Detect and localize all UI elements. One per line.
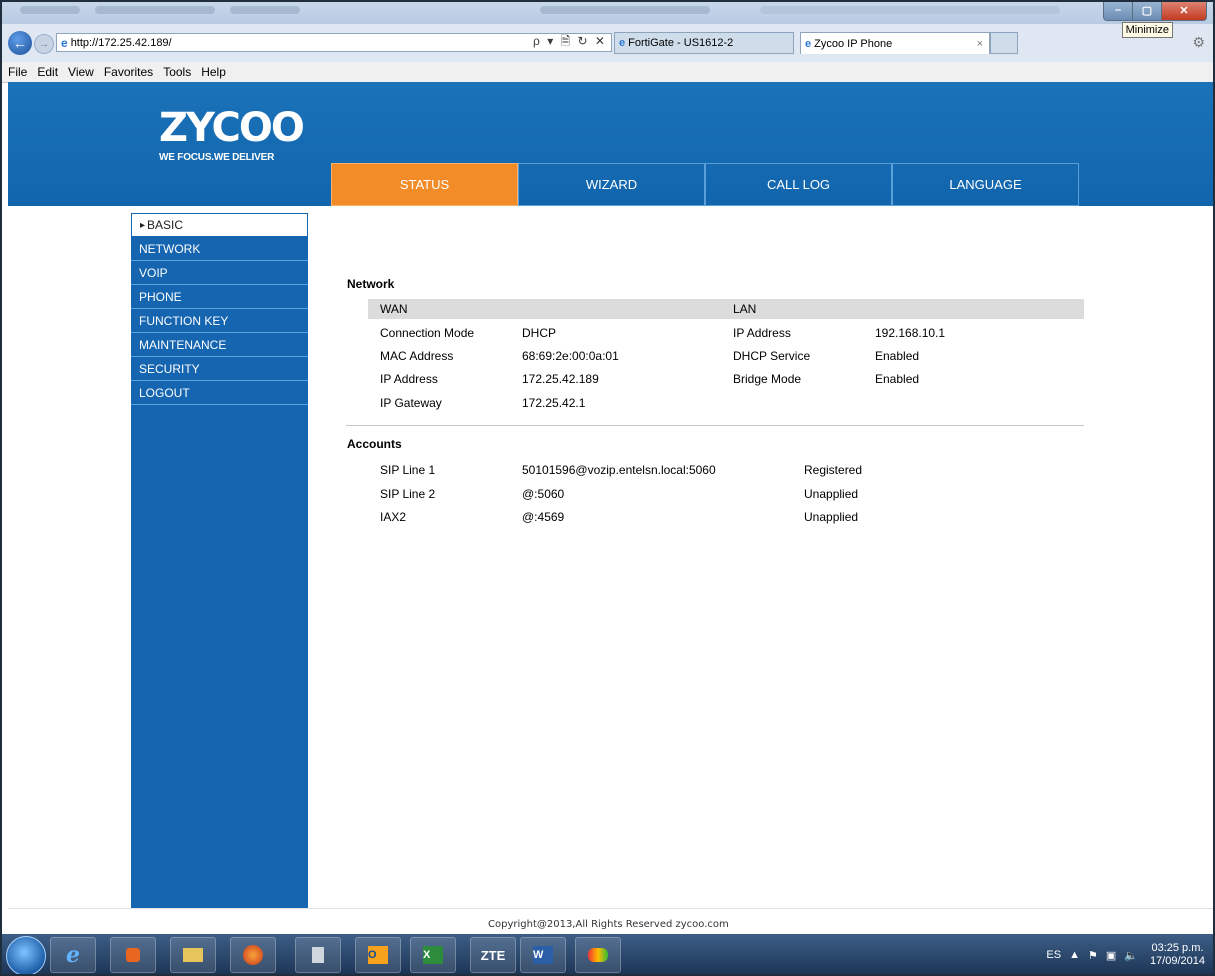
minimize-button[interactable]: – (1103, 0, 1133, 21)
language-indicator[interactable]: ES (1046, 949, 1061, 961)
wan-value: 172.25.42.189 (522, 372, 599, 386)
flag-icon[interactable]: ⚑ (1088, 949, 1098, 962)
sidebar-item-network[interactable]: NETWORK (131, 237, 308, 261)
clock-time: 03:25 p.m. (1151, 942, 1204, 954)
zycoo-logo: ZYCOO WE FOCUS.WE DELIVER (159, 105, 305, 163)
address-bar[interactable]: e http://172.25.42.189/ ρ ▾ 🗎 ↻ ✕ (56, 33, 612, 52)
account-name: SIP Line 1 (380, 463, 436, 477)
account-address: @:5060 (522, 487, 565, 501)
wan-value: 68:69:2e:00:0a:01 (522, 349, 619, 363)
wan-label: Connection Mode (380, 326, 475, 340)
lan-header: LAN (730, 299, 1084, 319)
wan-label: IP Gateway (380, 396, 442, 410)
tab-wizard[interactable]: WIZARD (518, 163, 705, 206)
page-footer: Copyright@2013,All Rights Reserved zycoo… (8, 908, 1215, 935)
system-tray: ES ▲ ⚑ ▣ 🔈 03:25 p.m. 17/09/2014 (1046, 934, 1205, 976)
explorer-icon[interactable] (170, 937, 216, 973)
browser-navbar: ← → e http://172.25.42.189/ ρ ▾ 🗎 ↻ ✕ e … (0, 24, 1215, 62)
sidebar-item-logout[interactable]: LOGOUT (131, 381, 308, 405)
forward-button[interactable]: → (34, 34, 54, 54)
speaker-muted-icon[interactable]: 🔈 (1124, 949, 1138, 962)
lan-label: IP Address (733, 326, 791, 340)
accounts-section-title: Accounts (347, 437, 402, 451)
sidebar-item-maintenance[interactable]: MAINTENANCE (131, 333, 308, 357)
sidebar: BASIC NETWORK VOIP PHONE FUNCTION KEY MA… (131, 213, 308, 908)
tab-status[interactable]: STATUS (331, 163, 518, 206)
sidebar-item-phone[interactable]: PHONE (131, 285, 308, 309)
network-section-title: Network (347, 277, 395, 291)
excel-icon[interactable]: X (410, 937, 456, 973)
ie-taskbar-icon[interactable]: e (50, 937, 96, 973)
wan-label: IP Address (380, 372, 438, 386)
menu-bar: File Edit View Favorites Tools Help (0, 62, 1215, 83)
close-window-button[interactable]: ✕ (1161, 0, 1207, 21)
ie-tab-icon: e (619, 37, 626, 49)
paint-icon[interactable] (575, 937, 621, 973)
logo-mark: ZYCOO (159, 105, 305, 151)
section-divider (346, 425, 1084, 426)
account-status: Unapplied (804, 487, 859, 501)
menu-edit[interactable]: Edit (37, 65, 58, 79)
tab-language[interactable]: LANGUAGE (892, 163, 1079, 206)
top-nav: STATUS WIZARD CALL LOG LANGUAGE (331, 163, 1079, 206)
firefox-icon[interactable] (230, 937, 276, 973)
sidebar-item-voip[interactable]: VOIP (131, 261, 308, 285)
wan-label: MAC Address (380, 349, 454, 363)
media-player-icon[interactable] (110, 937, 156, 973)
logo-tagline: WE FOCUS.WE DELIVER (159, 152, 275, 163)
tab-call-log[interactable]: CALL LOG (705, 163, 892, 206)
wan-value: DHCP (522, 326, 557, 340)
tab-zycoo[interactable]: e Zycoo IP Phone × (800, 32, 990, 54)
ie-tab-icon: e (805, 37, 812, 50)
outlook-icon[interactable]: O (355, 937, 401, 973)
show-hidden-icons[interactable]: ▲ (1069, 949, 1080, 961)
search-refresh-stop-icons[interactable]: ρ ▾ 🗎 ↻ ✕ (533, 32, 607, 53)
lan-value: Enabled (875, 349, 920, 363)
url-text: http://172.25.42.189/ (70, 36, 172, 49)
title-bar: – ▢ ✕ (0, 0, 1215, 24)
gear-icon[interactable]: ⚙ (1192, 34, 1205, 51)
lan-label: Bridge Mode (733, 372, 802, 386)
lan-value: Enabled (875, 372, 920, 386)
back-button[interactable]: ← (8, 31, 32, 55)
account-address: @:4569 (522, 510, 565, 524)
account-status: Unapplied (804, 510, 859, 524)
tab-fortigate[interactable]: e FortiGate - US1612-2 (614, 32, 794, 54)
close-tab-icon[interactable]: × (977, 38, 983, 50)
word-icon[interactable]: W (520, 937, 566, 973)
account-address: 50101596@vozip.entelsn.local:5060 (522, 463, 716, 477)
network-icon[interactable]: ▣ (1106, 949, 1116, 962)
lan-value: 192.168.10.1 (875, 326, 946, 340)
window-controls: – ▢ ✕ (1103, 0, 1207, 21)
start-button[interactable] (6, 936, 46, 976)
clock-date: 17/09/2014 (1149, 955, 1205, 967)
account-name: IAX2 (380, 510, 407, 524)
sidebar-item-function-key[interactable]: FUNCTION KEY (131, 309, 308, 333)
menu-file[interactable]: File (8, 65, 27, 79)
menu-help[interactable]: Help (201, 65, 226, 79)
account-status: Registered (804, 463, 863, 477)
wan-header: WAN (368, 299, 730, 319)
menu-tools[interactable]: Tools (163, 65, 191, 79)
copyright-text: Copyright@2013,All Rights Reserved zycoo… (488, 919, 729, 930)
new-tab-button[interactable] (990, 32, 1018, 54)
browser-chrome: – ▢ ✕ Minimize ← → e http://172.25.42.18… (0, 0, 1215, 83)
taskbar: e O X ZTE W ES ▲ ⚑ ▣ 🔈 03:25 p.m. 17/09/… (0, 934, 1215, 976)
menu-view[interactable]: View (68, 65, 94, 79)
clock[interactable]: 03:25 p.m. 17/09/2014 (1150, 942, 1205, 968)
lan-label: DHCP Service (733, 349, 811, 363)
sidebar-item-basic[interactable]: BASIC (131, 213, 308, 237)
ie-page-icon: e (61, 35, 68, 50)
calculator-icon[interactable] (295, 937, 341, 973)
sidebar-item-security[interactable]: SECURITY (131, 357, 308, 381)
zte-icon[interactable]: ZTE (470, 937, 516, 973)
account-name: SIP Line 2 (380, 487, 436, 501)
maximize-button[interactable]: ▢ (1132, 0, 1162, 21)
wan-value: 172.25.42.1 (522, 396, 586, 410)
menu-favorites[interactable]: Favorites (104, 65, 153, 79)
